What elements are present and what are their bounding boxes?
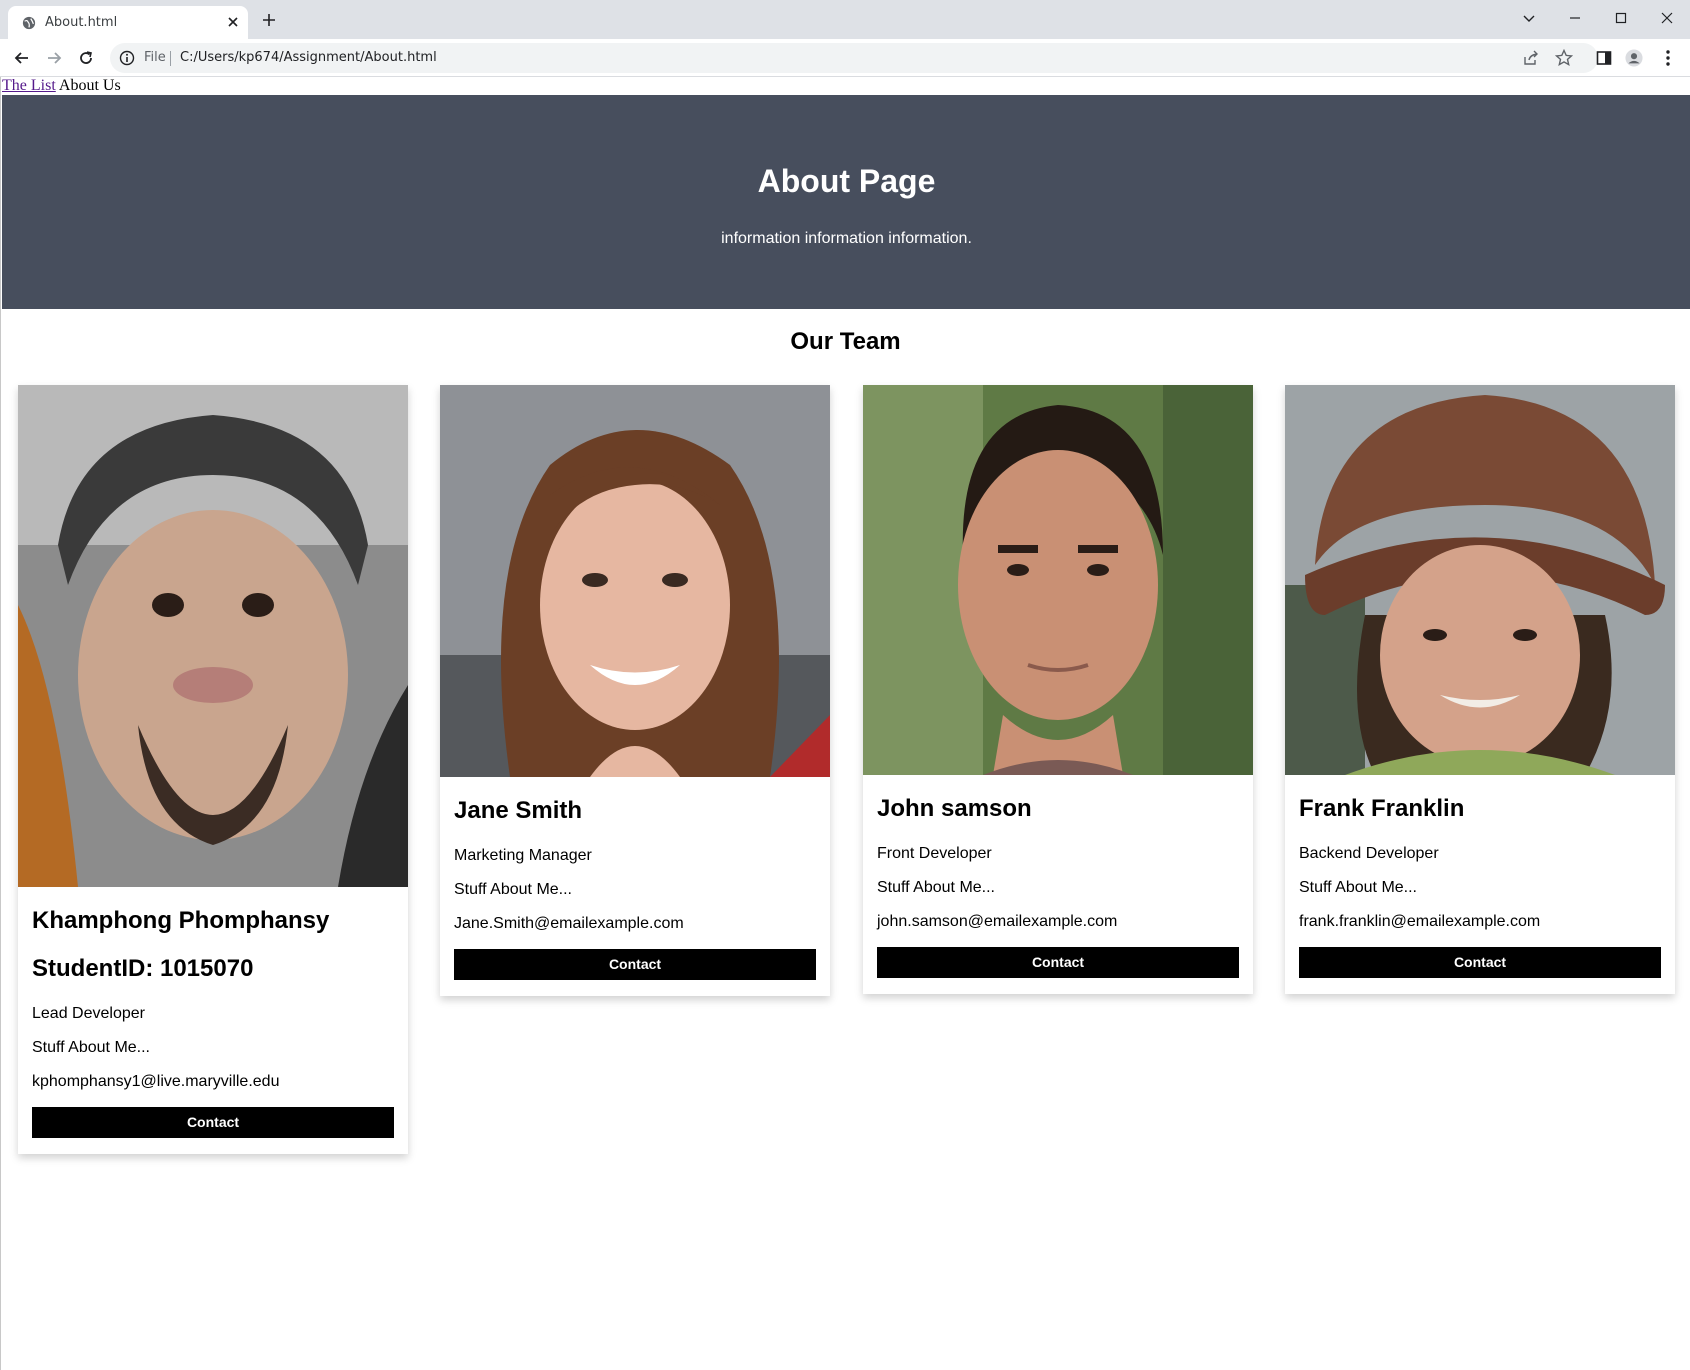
back-icon[interactable]: [11, 47, 33, 69]
hero-section: About Page information information infor…: [2, 95, 1690, 309]
browser-toolbar: File C:/Users/kp674/Assignment/About.htm…: [0, 39, 1690, 77]
member-about: Stuff About Me...: [1299, 879, 1417, 896]
nav-link-the-list[interactable]: The List: [2, 77, 56, 94]
member-role: Lead Developer: [32, 1005, 145, 1022]
browser-tab[interactable]: About.html: [8, 6, 248, 39]
new-tab-icon[interactable]: [261, 12, 277, 28]
member-name: John samson: [877, 795, 1032, 822]
member-about: Stuff About Me...: [454, 881, 572, 898]
bookmark-star-icon[interactable]: [1555, 49, 1573, 67]
member-student-id: StudentID: 1015070: [32, 955, 254, 982]
more-menu-icon[interactable]: [1659, 49, 1677, 67]
contact-button[interactable]: Contact: [877, 947, 1239, 978]
maximize-icon[interactable]: [1598, 3, 1644, 33]
profile-avatar-icon[interactable]: [1625, 49, 1643, 67]
member-about: Stuff About Me...: [32, 1039, 150, 1056]
divider: [170, 51, 171, 66]
member-role: Front Developer: [877, 845, 992, 862]
contact-button[interactable]: Contact: [454, 949, 816, 980]
member-email: kphomphansy1@live.maryville.edu: [32, 1073, 280, 1090]
member-name: Frank Franklin: [1299, 795, 1465, 822]
team-card: Khamphong Phomphansy StudentID: 1015070 …: [18, 385, 408, 1154]
member-role: Marketing Manager: [454, 847, 592, 864]
info-icon[interactable]: [119, 50, 135, 66]
page-title: About Page: [757, 163, 936, 199]
member-email: Jane.Smith@emailexample.com: [454, 915, 684, 932]
contact-button[interactable]: Contact: [32, 1107, 394, 1138]
member-role: Backend Developer: [1299, 845, 1439, 862]
team-card: Frank Franklin Backend Developer Stuff A…: [1285, 385, 1675, 994]
team-card: Jane Smith Marketing Manager Stuff About…: [440, 385, 830, 996]
member-email: john.samson@emailexample.com: [877, 913, 1118, 930]
portrait-photo: [18, 385, 408, 887]
hero-subtitle: information information information.: [721, 230, 972, 247]
nav-item-about-us: About Us: [58, 77, 121, 94]
url-text[interactable]: C:/Users/kp674/Assignment/About.html: [180, 50, 437, 65]
url-scheme-label: File: [144, 50, 166, 65]
member-name: Jane Smith: [454, 797, 583, 824]
team-heading: Our Team: [790, 328, 901, 355]
page-viewport: The List About Us About Page information…: [0, 77, 1690, 1370]
tab-title: About.html: [45, 15, 118, 30]
team-card: John samson Front Developer Stuff About …: [863, 385, 1253, 994]
share-icon[interactable]: [1522, 49, 1540, 67]
window-close-icon[interactable]: [1644, 3, 1690, 33]
side-panel-icon[interactable]: [1595, 49, 1613, 67]
portrait-photo: [440, 385, 830, 777]
minimize-icon[interactable]: [1552, 3, 1598, 33]
reload-icon[interactable]: [75, 47, 97, 69]
close-icon[interactable]: [225, 14, 241, 30]
top-nav: The List About Us: [2, 77, 121, 95]
member-email: frank.franklin@emailexample.com: [1299, 913, 1541, 930]
member-name: Khamphong Phomphansy: [32, 907, 330, 934]
browser-tabstrip: About.html: [0, 0, 1690, 39]
portrait-photo: [863, 385, 1253, 775]
tab-search-chevron-icon[interactable]: [1506, 3, 1552, 33]
contact-button[interactable]: Contact: [1299, 947, 1661, 978]
address-bar[interactable]: File C:/Users/kp674/Assignment/About.htm…: [110, 43, 1598, 73]
member-about: Stuff About Me...: [877, 879, 995, 896]
portrait-photo: [1285, 385, 1675, 775]
globe-icon: [22, 16, 36, 30]
forward-icon[interactable]: [43, 47, 65, 69]
